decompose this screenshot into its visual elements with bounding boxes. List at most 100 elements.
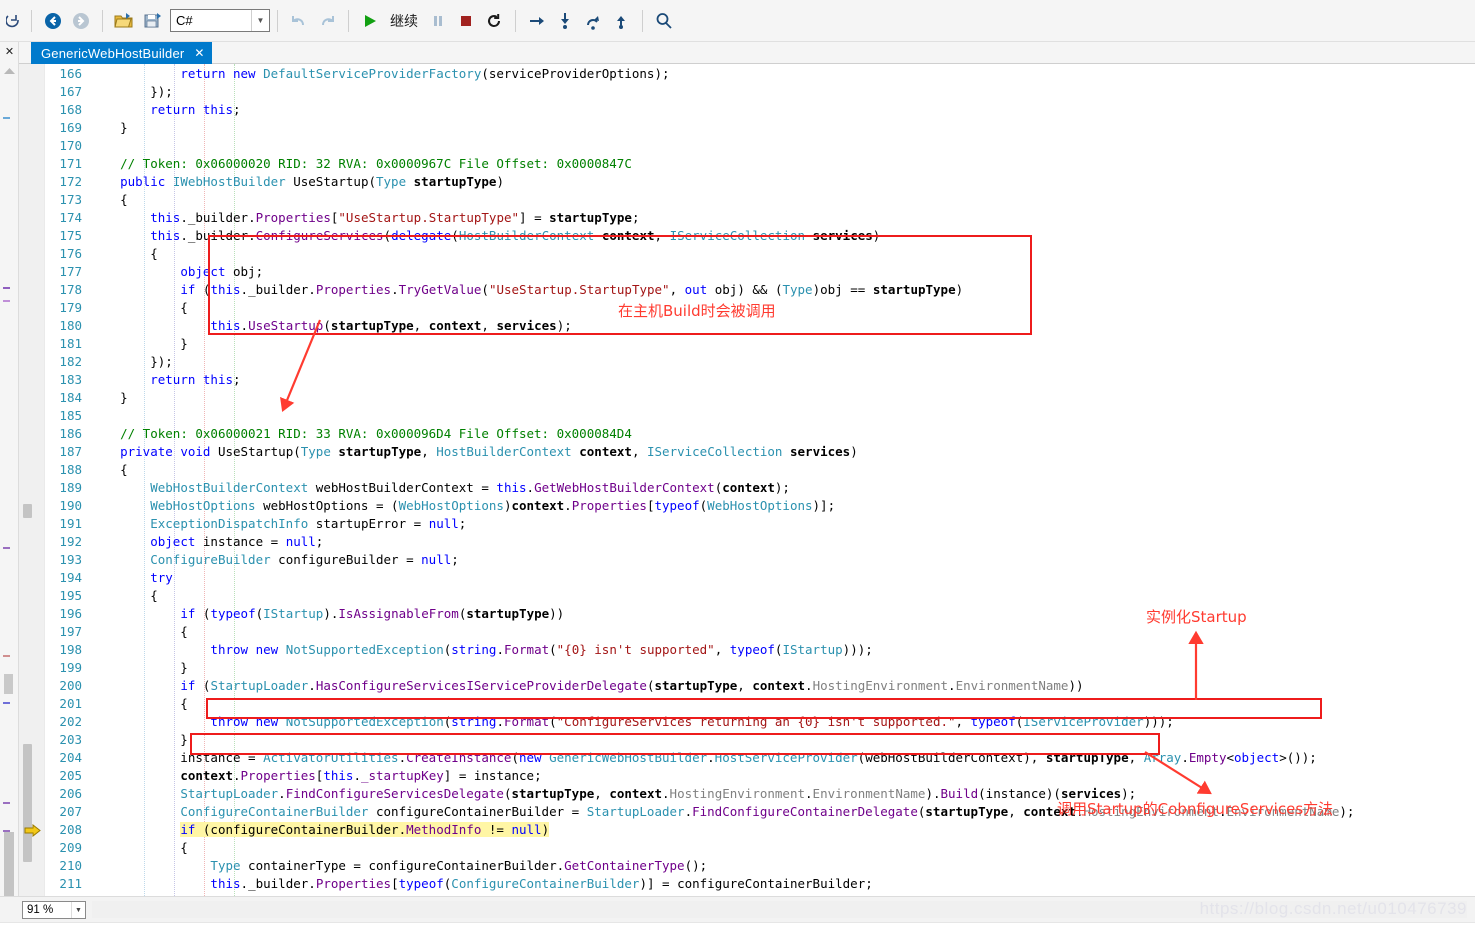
code-line[interactable]: 172 public IWebHostBuilder UseStartup(Ty… xyxy=(46,173,1475,191)
code-line[interactable]: 196 if (typeof(IStartup).IsAssignableFro… xyxy=(46,605,1475,623)
code-line[interactable]: 204 instance = ActivatorUtilities.Create… xyxy=(46,749,1475,767)
code-line-text[interactable]: private void UseStartup(Type startupType… xyxy=(90,443,858,461)
code-line[interactable]: 182 }); xyxy=(46,353,1475,371)
undo-icon[interactable] xyxy=(285,7,313,35)
code-line[interactable]: 186 // Token: 0x06000021 RID: 33 RVA: 0x… xyxy=(46,425,1475,443)
code-line-text[interactable]: { xyxy=(90,461,128,479)
language-selector[interactable]: C# ▼ xyxy=(170,9,270,32)
code-line-text[interactable]: if (typeof(IStartup).IsAssignableFrom(st… xyxy=(90,605,564,623)
code-line-text[interactable]: { xyxy=(90,839,188,857)
code-line[interactable]: 178 if (this._builder.Properties.TryGetV… xyxy=(46,281,1475,299)
code-line[interactable]: 197 { xyxy=(46,623,1475,641)
code-line[interactable]: 209 { xyxy=(46,839,1475,857)
step-out-icon[interactable] xyxy=(579,7,607,35)
code-line-text[interactable]: return new DefaultServiceProviderFactory… xyxy=(90,65,669,83)
code-editor[interactable]: 166 return new DefaultServiceProviderFac… xyxy=(19,64,1475,896)
code-line-text[interactable]: this._builder.Properties["UseStartup.Sta… xyxy=(90,209,639,227)
code-line-text[interactable]: throw new NotSupportedException(string.F… xyxy=(90,713,1173,731)
code-line-text[interactable]: // Token: 0x06000020 RID: 32 RVA: 0x0000… xyxy=(90,155,632,173)
code-line[interactable]: 211 this._builder.Properties[typeof(Conf… xyxy=(46,875,1475,893)
code-line[interactable]: 188 { xyxy=(46,461,1475,479)
code-line[interactable]: 171 // Token: 0x06000020 RID: 32 RVA: 0x… xyxy=(46,155,1475,173)
code-line-text[interactable]: instance = ActivatorUtilities.CreateInst… xyxy=(90,749,1317,767)
code-line-text[interactable]: return this; xyxy=(90,101,240,119)
code-line[interactable]: 194 try xyxy=(46,569,1475,587)
code-line-text[interactable]: WebHostOptions webHostOptions = (WebHost… xyxy=(90,497,835,515)
code-line[interactable]: 184 } xyxy=(46,389,1475,407)
code-line-text[interactable]: { xyxy=(90,191,128,209)
close-icon[interactable]: ✕ xyxy=(2,44,17,59)
code-line[interactable]: 210 Type containerType = configureContai… xyxy=(46,857,1475,875)
code-line[interactable]: 199 } xyxy=(46,659,1475,677)
code-line-text[interactable]: ExceptionDispatchInfo startupError = nul… xyxy=(90,515,466,533)
code-line[interactable]: 181 } xyxy=(46,335,1475,353)
code-line-text[interactable]: if (StartupLoader.HasConfigureServicesIS… xyxy=(90,677,1083,695)
code-line-text[interactable]: { xyxy=(90,245,158,263)
code-line[interactable]: 191 ExceptionDispatchInfo startupError =… xyxy=(46,515,1475,533)
code-line[interactable]: 200 if (StartupLoader.HasConfigureServic… xyxy=(46,677,1475,695)
code-line-text[interactable]: { xyxy=(90,299,188,317)
continue-button-label[interactable]: 继续 xyxy=(384,11,424,31)
code-line[interactable]: 187 private void UseStartup(Type startup… xyxy=(46,443,1475,461)
code-line[interactable]: 203 } xyxy=(46,731,1475,749)
code-text-area[interactable]: 166 return new DefaultServiceProviderFac… xyxy=(46,64,1475,896)
code-line[interactable]: 205 context.Properties[this._startupKey]… xyxy=(46,767,1475,785)
code-line-text[interactable]: ConfigureBuilder configureBuilder = null… xyxy=(90,551,459,569)
gutter-scroll-thumb[interactable] xyxy=(23,744,32,862)
code-line-text[interactable]: { xyxy=(90,587,158,605)
code-line-text[interactable]: WebHostBuilderContext webHostBuilderCont… xyxy=(90,479,790,497)
chevron-down-icon[interactable]: ▼ xyxy=(71,902,85,918)
code-line[interactable]: 193 ConfigureBuilder configureBuilder = … xyxy=(46,551,1475,569)
code-line[interactable]: 167 }); xyxy=(46,83,1475,101)
code-line-text[interactable]: }); xyxy=(90,353,173,371)
code-line-text[interactable]: // Token: 0x06000021 RID: 33 RVA: 0x0000… xyxy=(90,425,632,443)
tab-genericwebhostbuilder[interactable]: GenericWebHostBuilder ✕ xyxy=(31,42,213,64)
code-line[interactable]: 185 xyxy=(46,407,1475,425)
code-line-text[interactable]: object instance = null; xyxy=(90,533,323,551)
code-line[interactable]: 169 } xyxy=(46,119,1475,137)
window-menu-icon[interactable] xyxy=(2,7,24,35)
chevron-down-icon[interactable]: ▼ xyxy=(251,10,269,31)
code-line[interactable]: 192 object instance = null; xyxy=(46,533,1475,551)
pause-icon[interactable] xyxy=(424,7,452,35)
code-line-text[interactable]: Type containerType = configureContainerB… xyxy=(90,857,707,875)
code-line-text[interactable]: if (this._builder.Properties.TryGetValue… xyxy=(90,281,963,299)
redo-icon[interactable] xyxy=(313,7,341,35)
code-line-text[interactable]: throw new NotSupportedException(string.F… xyxy=(90,641,872,659)
code-line-text[interactable]: { xyxy=(90,695,188,713)
code-line-text[interactable]: object obj; xyxy=(90,263,263,281)
strip-scroll-marker[interactable] xyxy=(4,674,13,694)
search-icon[interactable] xyxy=(650,7,678,35)
code-line[interactable]: 177 object obj; xyxy=(46,263,1475,281)
code-line[interactable]: 166 return new DefaultServiceProviderFac… xyxy=(46,65,1475,83)
open-folder-icon[interactable] xyxy=(110,7,138,35)
code-line[interactable]: 198 throw new NotSupportedException(stri… xyxy=(46,641,1475,659)
code-line[interactable]: 201 { xyxy=(46,695,1475,713)
restart-icon[interactable] xyxy=(480,7,508,35)
step-up-icon[interactable] xyxy=(607,7,635,35)
code-line-text[interactable]: if (configureContainerBuilder.MethodInfo… xyxy=(90,821,550,839)
code-line[interactable]: 174 this._builder.Properties["UseStartup… xyxy=(46,209,1475,227)
code-line-text[interactable]: this._builder.Properties[typeof(Configur… xyxy=(90,875,872,893)
zoom-level-selector[interactable]: 91 % ▼ xyxy=(22,901,86,919)
stop-icon[interactable] xyxy=(452,7,480,35)
code-line-text[interactable]: public IWebHostBuilder UseStartup(Type s… xyxy=(90,173,504,191)
step-into-icon[interactable] xyxy=(551,7,579,35)
code-line-text[interactable]: } xyxy=(90,731,188,749)
editor-gutter[interactable] xyxy=(19,64,45,896)
back-icon[interactable] xyxy=(39,7,67,35)
code-line-text[interactable]: { xyxy=(90,623,188,641)
code-line[interactable]: 208 if (configureContainerBuilder.Method… xyxy=(46,821,1475,839)
code-line[interactable]: 195 { xyxy=(46,587,1475,605)
code-line[interactable]: 189 WebHostBuilderContext webHostBuilder… xyxy=(46,479,1475,497)
code-line-text[interactable]: this._builder.ConfigureServices(delegate… xyxy=(90,227,880,245)
code-line-text[interactable]: context.Properties[this._startupKey] = i… xyxy=(90,767,541,785)
code-line-text[interactable]: this.UseStartup(startupType, context, se… xyxy=(90,317,571,335)
tab-close-icon[interactable]: ✕ xyxy=(194,46,204,60)
code-line-text[interactable]: try xyxy=(90,569,173,587)
code-line[interactable]: 168 return this; xyxy=(46,101,1475,119)
code-line[interactable]: 170 xyxy=(46,137,1475,155)
code-line[interactable]: 176 { xyxy=(46,245,1475,263)
code-line[interactable]: 173 { xyxy=(46,191,1475,209)
code-line-text[interactable]: StartupLoader.FindConfigureServicesDeleg… xyxy=(90,785,1136,803)
